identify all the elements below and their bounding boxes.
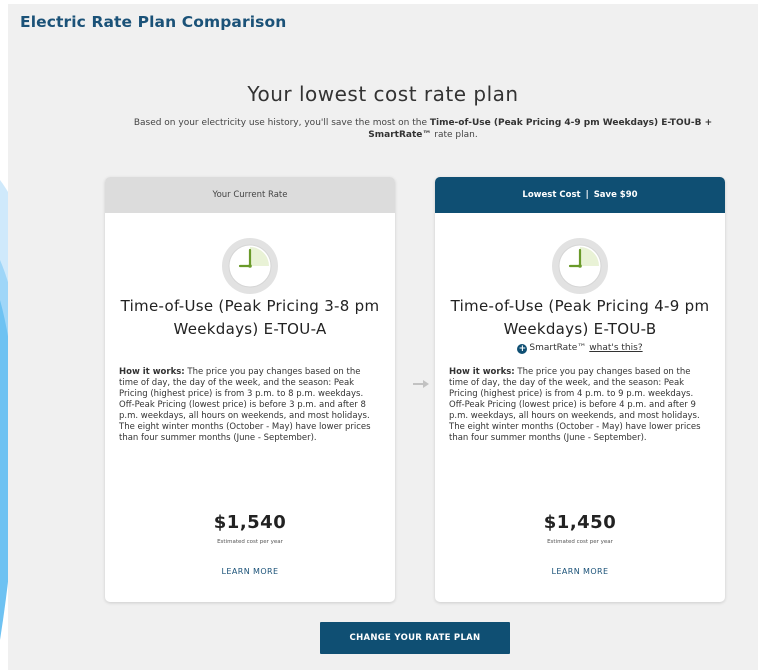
off-peak-text: Off-Peak Pricing (lowest price) is befor…	[119, 400, 370, 421]
current-plan-price: $1,540	[213, 512, 287, 533]
smartrate-addon: + SmartRate™ what's this?	[435, 343, 725, 354]
app-title: Electric Rate Plan Comparison	[20, 13, 287, 31]
recommended-plan-learn-more-link[interactable]: LEARN MORE	[435, 567, 725, 576]
recommended-plan-header: Lowest Cost | Save $90	[435, 177, 725, 213]
winter-text: The eight winter months (October - May) …	[449, 422, 701, 443]
off-peak-text: Off-Peak Pricing (lowest price) is befor…	[449, 400, 700, 421]
current-plan-learn-more-link[interactable]: LEARN MORE	[105, 567, 395, 576]
how-it-works-label: How it works:	[119, 367, 185, 377]
how-it-works-label: How it works:	[449, 367, 515, 377]
recommended-plan-price: $1,450	[543, 512, 617, 533]
clock-icon	[222, 238, 278, 294]
recommended-plan-description: How it works: The price you pay changes …	[449, 367, 711, 444]
recommendation-summary: Based on your electricity use history, y…	[133, 117, 713, 141]
current-plan-price-label: Estimated cost per year	[217, 539, 283, 545]
current-plan-description: How it works: The price you pay changes …	[119, 367, 381, 444]
current-plan-header: Your Current Rate	[105, 177, 395, 213]
change-rate-plan-button[interactable]: CHANGE YOUR RATE PLAN	[320, 622, 510, 654]
winter-text: The eight winter months (October - May) …	[119, 422, 371, 443]
current-plan-name: Time-of-Use (Peak Pricing 3-8 pm Weekday…	[120, 297, 380, 338]
comparison-panel: Electric Rate Plan Comparison Your lowes…	[8, 4, 758, 670]
smartrate-label: SmartRate™	[529, 343, 587, 353]
clock-icon	[552, 238, 608, 294]
page-headline: Your lowest cost rate plan	[247, 82, 519, 106]
summary-prefix: Based on your electricity use history, y…	[133, 118, 430, 128]
recommended-plan-price-label: Estimated cost per year	[547, 539, 613, 545]
current-plan-card: Your Current Rate Time-of-Use (Peak Pric…	[105, 177, 395, 602]
plus-circle-icon: +	[517, 344, 528, 354]
savings-label: Save $90	[593, 190, 638, 200]
recommended-plan-card: Lowest Cost | Save $90 Time-of-Use (Peak P…	[435, 177, 725, 602]
summary-suffix: rate plan.	[431, 130, 478, 140]
smartrate-whats-this-link[interactable]: what's this?	[589, 343, 642, 353]
arrow-right-icon	[413, 380, 429, 388]
lowest-cost-label: Lowest Cost	[522, 190, 581, 200]
recommended-plan-name: Time-of-Use (Peak Pricing 4-9 pm Weekday…	[450, 297, 710, 338]
header-separator: |	[585, 190, 589, 200]
